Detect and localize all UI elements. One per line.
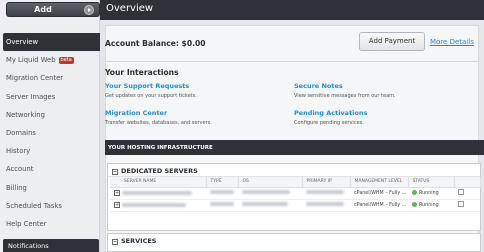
management-level: cPanel/WHM – Fully ... bbox=[350, 199, 408, 212]
infrastructure-bar: YOUR HOSTING INFRASTRUCTURE bbox=[105, 140, 484, 155]
add-payment-button[interactable]: Add Payment bbox=[359, 32, 425, 51]
sidebar-item-scheduled-tasks[interactable]: Scheduled Tasks bbox=[0, 197, 100, 215]
interaction-desc: Transfer websites, databases, and server… bbox=[105, 120, 212, 126]
col-primary-ip[interactable]: PRIMARY IP bbox=[302, 177, 351, 188]
services-box: − SERVICES bbox=[107, 233, 481, 252]
account-balance: Account Balance: $0.00 bbox=[105, 39, 206, 48]
sidebar-item-server-images[interactable]: Server Images bbox=[0, 88, 100, 106]
col-os[interactable]: OS bbox=[238, 177, 303, 188]
sidebar-item-label: Scheduled Tasks bbox=[6, 201, 62, 210]
interaction-desc: Configure pending services. bbox=[294, 120, 364, 126]
sidebar-item-account[interactable]: Account bbox=[0, 160, 100, 178]
interaction-secure-notes[interactable]: Secure Notes View sensitive messages fro… bbox=[294, 82, 474, 99]
dedicated-servers-title: DEDICATED SERVERS bbox=[121, 167, 198, 175]
sidebar-item-my-liquid-web[interactable]: My Liquid Web beta bbox=[0, 51, 100, 69]
redacted-ip bbox=[306, 202, 344, 207]
services-header[interactable]: − SERVICES bbox=[108, 234, 480, 247]
expand-icon[interactable]: + bbox=[114, 202, 120, 208]
sidebar-item-label: Domains bbox=[6, 128, 36, 137]
interaction-title[interactable]: Secure Notes bbox=[294, 82, 474, 90]
table-row[interactable]: + cPanel/WHM – Fully ... Running bbox=[110, 187, 480, 200]
page-header: Overview bbox=[100, 0, 484, 20]
interaction-title[interactable]: Pending Activations bbox=[294, 109, 474, 117]
interaction-support-requests[interactable]: Your Support Requests Get updates on you… bbox=[105, 82, 285, 99]
sidebar-item-label: Help Center bbox=[6, 219, 47, 228]
sidebar-item-networking[interactable]: Networking bbox=[0, 106, 100, 124]
sidebar-item-label: Billing bbox=[6, 183, 27, 192]
sidebar-item-label: History bbox=[6, 147, 31, 156]
services-title: SERVICES bbox=[121, 237, 157, 245]
divider bbox=[105, 61, 479, 62]
overview-content: Account Balance: $0.00 Add Payment More … bbox=[105, 20, 484, 252]
servers-table: SERVER NAME TYPE OS PRIMARY IP MANAGEMEN… bbox=[110, 177, 481, 212]
redacted-type bbox=[210, 190, 234, 195]
redacted-ip bbox=[306, 190, 344, 195]
interaction-title[interactable]: Migration Center bbox=[105, 109, 285, 117]
status-text: Running bbox=[419, 191, 439, 196]
main-content: Account Balance: $0.00 Add Payment More … bbox=[100, 20, 484, 252]
sidebar-item-history[interactable]: History bbox=[0, 142, 100, 160]
interaction-pending-activations[interactable]: Pending Activations Configure pending se… bbox=[294, 109, 474, 126]
sidebar-item-overview[interactable]: Overview bbox=[3, 33, 100, 52]
beta-badge: beta bbox=[58, 57, 74, 65]
play-icon bbox=[84, 5, 94, 15]
sidebar-item-label: My Liquid Web bbox=[6, 56, 56, 65]
sidebar-item-label: Account bbox=[6, 165, 34, 174]
management-level: cPanel/WHM – Fully ... bbox=[350, 187, 408, 200]
notifications-label: Notifications bbox=[8, 242, 49, 250]
sidebar-item-label: Server Images bbox=[6, 92, 56, 101]
status-dot-icon bbox=[412, 190, 417, 195]
col-status[interactable]: STATUS bbox=[408, 177, 455, 188]
redacted-os bbox=[242, 190, 290, 195]
notifications-tab[interactable]: Notifications bbox=[3, 239, 99, 252]
sidebar-item-domains[interactable]: Domains bbox=[0, 124, 100, 142]
col-select bbox=[454, 177, 481, 188]
add-button[interactable]: Add bbox=[6, 2, 100, 17]
redacted-server-name bbox=[121, 202, 186, 207]
dedicated-servers-header[interactable]: − DEDICATED SERVERS bbox=[108, 164, 480, 177]
expand-icon[interactable]: + bbox=[114, 190, 120, 196]
row-checkbox[interactable] bbox=[458, 201, 464, 207]
collapse-icon[interactable]: − bbox=[112, 169, 118, 175]
sidebar-nav: Overview My Liquid Web beta Migration Cen… bbox=[0, 33, 100, 233]
page-title: Overview bbox=[106, 3, 154, 14]
redacted-server-name bbox=[121, 190, 192, 195]
more-details-link[interactable]: More Details bbox=[430, 38, 474, 46]
sidebar-item-help-center[interactable]: Help Center bbox=[0, 215, 100, 233]
redacted-type bbox=[210, 202, 234, 207]
interaction-desc: View sensitive messages from our team. bbox=[294, 93, 396, 99]
dedicated-servers-box: − DEDICATED SERVERS SERVER NAME TYPE OS P… bbox=[107, 163, 481, 231]
interaction-desc: Get updates on your support tickets. bbox=[105, 93, 197, 99]
sidebar: Add Overview My Liquid Web beta Migration… bbox=[0, 0, 100, 252]
interaction-migration-center[interactable]: Migration Center Transfer websites, data… bbox=[105, 109, 285, 126]
sidebar-item-migration-center[interactable]: Migration Center bbox=[0, 69, 100, 87]
table-header-row: SERVER NAME TYPE OS PRIMARY IP MANAGEMEN… bbox=[110, 177, 481, 188]
col-type[interactable]: TYPE bbox=[206, 177, 239, 188]
col-server-name[interactable]: SERVER NAME bbox=[110, 177, 207, 188]
row-checkbox[interactable] bbox=[458, 189, 464, 195]
interaction-title[interactable]: Your Support Requests bbox=[105, 82, 285, 90]
table-row[interactable]: + cPanel/WHM – Fully ... Running bbox=[110, 199, 480, 212]
sidebar-item-billing[interactable]: Billing bbox=[0, 179, 100, 197]
collapse-icon[interactable]: − bbox=[112, 239, 118, 245]
infrastructure-title: YOUR HOSTING INFRASTRUCTURE bbox=[108, 145, 213, 151]
redacted-os bbox=[242, 202, 288, 207]
sidebar-item-label: Migration Center bbox=[6, 74, 64, 83]
interactions-title: Your Interactions bbox=[105, 68, 179, 77]
status-dot-icon bbox=[412, 202, 417, 207]
sidebar-item-label: Networking bbox=[6, 110, 45, 119]
status-text: Running bbox=[419, 203, 439, 208]
add-button-label: Add bbox=[34, 5, 52, 14]
col-management-level[interactable]: MANAGEMENT LEVEL bbox=[350, 177, 409, 188]
sidebar-item-label: Overview bbox=[6, 38, 38, 46]
